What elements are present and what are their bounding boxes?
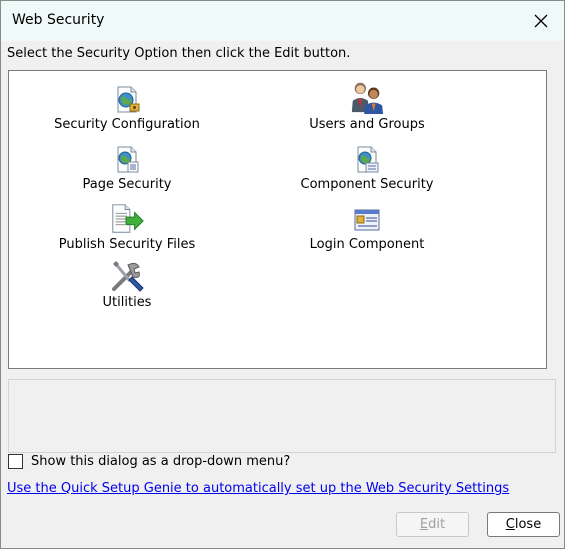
option-login-component[interactable]: Login Component xyxy=(272,199,462,252)
login-component-icon xyxy=(349,199,385,235)
title-bar: Web Security xyxy=(1,1,564,41)
window-title: Web Security xyxy=(12,12,105,28)
web-security-dialog: Web Security Select the Security Option … xyxy=(0,0,565,549)
option-security-configuration[interactable]: Security Configuration xyxy=(32,79,222,132)
option-label: Login Component xyxy=(309,237,425,252)
option-publish-security-files[interactable]: Publish Security Files xyxy=(32,199,222,252)
option-label: Publish Security Files xyxy=(58,237,196,252)
dropdown-menu-checkbox-label[interactable]: Show this dialog as a drop-down menu? xyxy=(31,454,290,469)
option-label: Security Configuration xyxy=(54,117,200,132)
close-window-button[interactable] xyxy=(518,1,564,41)
option-label: Component Security xyxy=(300,177,434,192)
users-groups-icon xyxy=(349,79,385,115)
edit-button[interactable]: Edit xyxy=(396,512,469,537)
option-label: Users and Groups xyxy=(309,117,425,132)
close-button[interactable]: Close xyxy=(487,512,560,537)
option-page-security[interactable]: Page Security xyxy=(32,139,222,192)
quick-setup-genie-link[interactable]: Use the Quick Setup Genie to automatical… xyxy=(7,481,509,496)
edit-button-mnemonic: E xyxy=(419,517,429,532)
close-button-label: lose xyxy=(514,517,542,532)
option-label: Utilities xyxy=(102,295,152,310)
component-security-icon xyxy=(349,139,385,175)
utilities-icon xyxy=(109,257,145,293)
edit-button-label: dit xyxy=(428,517,446,532)
security-options-list: Security Configuration Users and Groups xyxy=(8,70,547,369)
dropdown-menu-checkbox[interactable] xyxy=(8,454,23,469)
option-utilities[interactable]: Utilities xyxy=(32,257,222,310)
dropdown-menu-option: Show this dialog as a drop-down menu? xyxy=(8,454,290,469)
description-panel xyxy=(8,379,556,453)
publish-files-icon xyxy=(109,199,145,235)
option-label: Page Security xyxy=(82,177,172,192)
option-component-security[interactable]: Component Security xyxy=(272,139,462,192)
security-configuration-icon xyxy=(109,79,145,115)
option-users-and-groups[interactable]: Users and Groups xyxy=(272,79,462,132)
page-security-icon xyxy=(109,139,145,175)
instruction-text: Select the Security Option then click th… xyxy=(7,46,351,61)
close-icon xyxy=(534,14,548,28)
close-button-mnemonic: C xyxy=(505,517,515,532)
